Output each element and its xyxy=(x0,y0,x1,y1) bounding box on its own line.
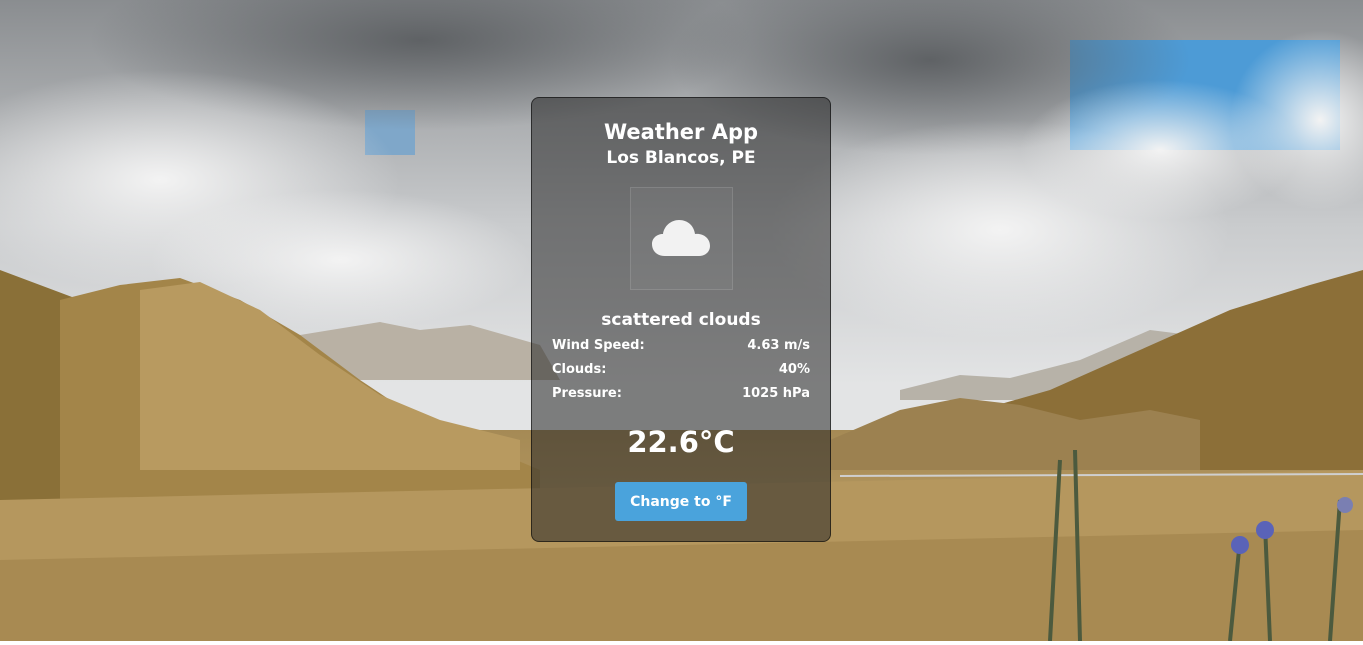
detail-row-wind-speed: Wind Speed: 4.63 m/s xyxy=(552,336,810,356)
detail-label: Clouds: xyxy=(552,362,607,377)
cloud-icon xyxy=(652,220,710,256)
detail-label: Wind Speed: xyxy=(552,338,645,353)
detail-row-clouds: Clouds: 40% xyxy=(552,360,810,380)
location-label: Los Blancos, PE xyxy=(606,148,756,168)
weather-icon-frame xyxy=(630,187,733,290)
weather-card: Weather App Los Blancos, PE scattered cl… xyxy=(531,97,831,542)
detail-value: 40% xyxy=(778,362,810,377)
detail-value: 4.63 m/s xyxy=(747,338,810,353)
detail-label: Pressure: xyxy=(552,386,622,401)
temperature-display: 22.6°C xyxy=(627,425,735,459)
weather-description: scattered clouds xyxy=(601,310,761,330)
app-title: Weather App xyxy=(603,120,759,144)
detail-value: 1025 hPa xyxy=(742,386,810,401)
detail-row-pressure: Pressure: 1025 hPa xyxy=(552,384,810,404)
change-unit-button[interactable]: Change to °F xyxy=(615,482,747,521)
